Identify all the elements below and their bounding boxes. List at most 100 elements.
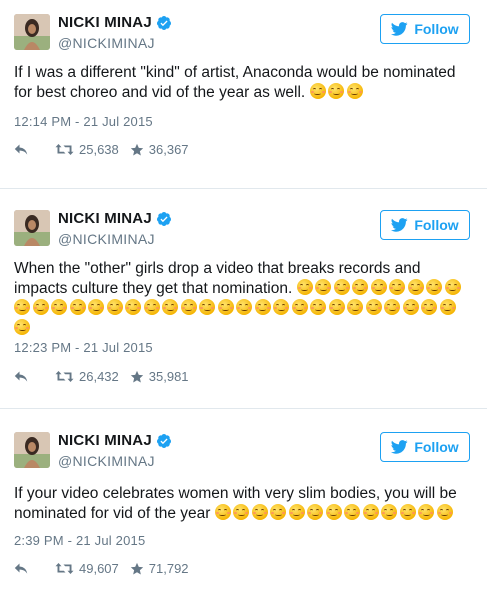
retweet-count: 25,638 [79, 142, 119, 157]
author-handle[interactable]: @NICKIMINAJ [58, 231, 155, 247]
blushing-smile-emoji [402, 299, 419, 315]
blushing-smile-emoji [347, 299, 363, 315]
twitter-bird-icon [391, 218, 408, 232]
retweet-count: 49,607 [79, 561, 119, 576]
avatar[interactable] [14, 210, 50, 246]
like-count: 71,792 [148, 561, 189, 576]
blushing-smile-emoji [143, 299, 160, 315]
tweet-text: When the "other" girls drop a video that… [14, 259, 474, 339]
reply-button[interactable] [14, 563, 28, 575]
blushing-smile-emoji [399, 504, 416, 520]
verified-badge-icon [156, 433, 171, 448]
verified-badge-icon [156, 211, 171, 226]
blushing-smile-emoji [328, 299, 345, 315]
like-count: 35,981 [148, 369, 189, 384]
retweet-button[interactable]: 49,607 [55, 561, 119, 576]
like-count: 36,367 [148, 142, 189, 157]
blushing-smile-emoji [14, 299, 30, 315]
retweet-button[interactable]: 25,638 [55, 142, 119, 157]
follow-label: Follow [414, 217, 459, 233]
author-row: NICKI MINAJ [58, 14, 172, 31]
blushing-smile-emoji [251, 504, 268, 520]
retweet-icon [55, 371, 74, 382]
follow-button[interactable]: Follow [380, 14, 470, 44]
blushing-smile-emoji [217, 299, 234, 315]
retweet-button[interactable]: 26,432 [55, 369, 119, 384]
blushing-smile-emoji [333, 279, 350, 295]
like-button[interactable]: 36,367 [130, 142, 189, 157]
blushing-smile-emoji [370, 279, 387, 295]
follow-label: Follow [414, 439, 459, 455]
author-row: NICKI MINAJ [58, 432, 172, 449]
author-handle[interactable]: @NICKIMINAJ [58, 35, 155, 51]
follow-label: Follow [414, 21, 459, 37]
blushing-smile-emoji [273, 299, 289, 315]
reply-arrow-icon [14, 563, 28, 574]
follow-button[interactable]: Follow [380, 432, 470, 462]
retweet-icon [55, 144, 74, 155]
blushing-smile-emoji [307, 504, 324, 520]
blushing-smile-emoji [125, 299, 141, 315]
star-icon [130, 562, 143, 575]
author-name[interactable]: NICKI MINAJ [58, 14, 152, 31]
blushing-smile-emoji [106, 299, 123, 315]
reply-arrow-icon [14, 144, 28, 155]
blushing-smile-emoji [32, 299, 49, 315]
tweet-timestamp[interactable]: 2:39 PM - 21 Jul 2015 [14, 533, 145, 548]
blushing-smile-emoji [14, 319, 30, 335]
reply-button[interactable] [14, 371, 28, 383]
retweet-count: 26,432 [79, 369, 119, 384]
emoji-run [309, 83, 366, 101]
blushing-smile-emoji [309, 83, 326, 99]
blushing-smile-emoji [88, 299, 104, 315]
emoji-run [214, 504, 456, 522]
blushing-smile-emoji [236, 299, 252, 315]
like-button[interactable]: 35,981 [130, 369, 189, 384]
blushing-smile-emoji [407, 279, 424, 295]
blushing-smile-emoji [315, 279, 332, 295]
blushing-smile-emoji [288, 504, 305, 520]
avatar[interactable] [14, 14, 50, 50]
blushing-smile-emoji [418, 504, 435, 520]
blushing-smile-emoji [254, 299, 271, 315]
blushing-smile-emoji [439, 299, 456, 315]
author-handle[interactable]: @NICKIMINAJ [58, 453, 155, 469]
tweet-divider [0, 188, 487, 189]
blushing-smile-emoji [344, 504, 361, 520]
blushing-smile-emoji [270, 504, 287, 520]
like-button[interactable]: 71,792 [130, 561, 189, 576]
blushing-smile-emoji [346, 83, 363, 99]
tweet-divider [0, 408, 487, 409]
blushing-smile-emoji [325, 504, 342, 520]
blushing-smile-emoji [352, 279, 369, 295]
author-name[interactable]: NICKI MINAJ [58, 210, 152, 227]
tweet-actions: 25,638 36,367 [14, 142, 189, 157]
avatar[interactable] [14, 432, 50, 468]
verified-badge-icon [156, 15, 171, 30]
blushing-smile-emoji [296, 279, 313, 295]
reply-arrow-icon [14, 371, 28, 382]
twitter-bird-icon [391, 440, 408, 454]
tweet-text: If I was a different "kind" of artist, A… [14, 63, 474, 103]
author-name[interactable]: NICKI MINAJ [58, 432, 152, 449]
blushing-smile-emoji [328, 83, 345, 99]
blushing-smile-emoji [214, 504, 231, 520]
blushing-smile-emoji [384, 299, 400, 315]
blushing-smile-emoji [310, 299, 326, 315]
tweet-timestamp[interactable]: 12:14 PM - 21 Jul 2015 [14, 114, 153, 129]
blushing-smile-emoji [362, 504, 379, 520]
tweet-text-content: If I was a different "kind" of artist, A… [14, 64, 456, 101]
reply-button[interactable] [14, 144, 28, 156]
twitter-bird-icon [391, 22, 408, 36]
tweet-1: NICKI MINAJ @NICKIMINAJ Follow If I was … [0, 0, 487, 188]
tweet-2: NICKI MINAJ @NICKIMINAJ Follow When the … [0, 196, 487, 406]
blushing-smile-emoji [389, 279, 406, 295]
star-icon [130, 370, 143, 383]
tweet-timestamp[interactable]: 12:23 PM - 21 Jul 2015 [14, 340, 153, 355]
retweet-icon [55, 563, 74, 574]
blushing-smile-emoji [233, 504, 250, 520]
tweet-actions: 49,607 71,792 [14, 561, 189, 576]
blushing-smile-emoji [436, 504, 453, 520]
follow-button[interactable]: Follow [380, 210, 470, 240]
blushing-smile-emoji [381, 504, 398, 520]
